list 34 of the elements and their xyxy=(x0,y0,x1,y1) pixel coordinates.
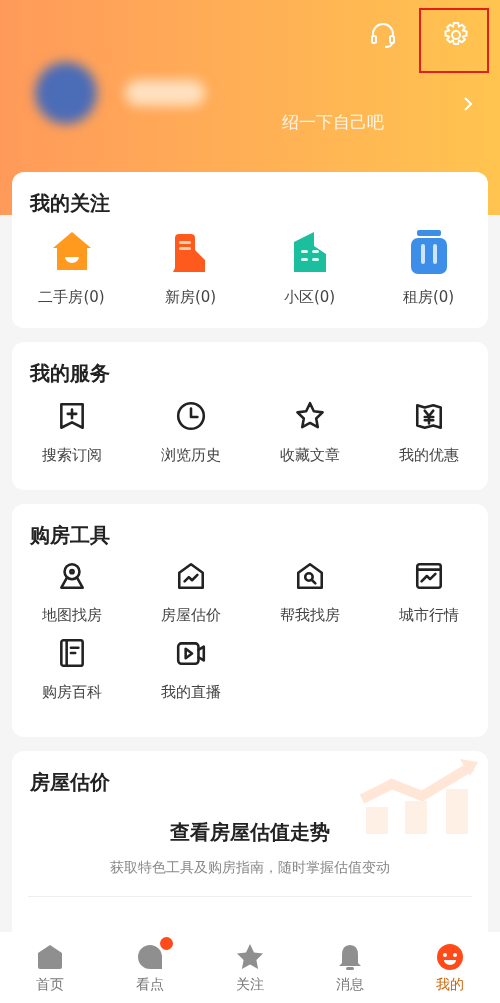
shortcut-label[interactable]: 二手房(0) xyxy=(38,286,105,309)
shortcut-label[interactable]: 帮我找房 xyxy=(279,604,340,627)
avatar[interactable] xyxy=(35,62,97,124)
headline: 查看房屋估值走势 xyxy=(169,819,331,846)
smiley-icon xyxy=(435,942,465,972)
tab[interactable]: 关注 xyxy=(200,932,300,1003)
highlight-frame xyxy=(419,8,489,73)
shortcut-label[interactable]: 租房(0) xyxy=(402,286,455,309)
shortcut-label[interactable]: 收藏文章 xyxy=(279,444,340,467)
headset-icon[interactable] xyxy=(368,20,398,50)
home-icon xyxy=(35,942,65,972)
shortcut-label[interactable]: 小区(0) xyxy=(283,286,336,309)
tab[interactable]: 消息 xyxy=(300,932,400,1003)
star-icon xyxy=(235,942,265,972)
tab[interactable]: 看点 xyxy=(100,932,200,1003)
shortcut-label[interactable]: 房屋估价 xyxy=(160,604,221,627)
chat-bubble-icon xyxy=(135,942,165,972)
shortcut-label[interactable]: 我的直播 xyxy=(160,680,221,703)
shortcut-label[interactable]: 浏览历史 xyxy=(160,444,221,467)
chevron-right-icon[interactable] xyxy=(462,96,474,112)
section-title: 购房工具 xyxy=(30,523,110,547)
shortcut-label[interactable]: 搜索订阅 xyxy=(41,444,102,467)
tab[interactable]: 我的 xyxy=(400,932,500,1003)
section-title: 房屋估价 xyxy=(30,770,110,794)
tab[interactable]: 首页 xyxy=(0,932,100,1003)
section-title: 我的关注 xyxy=(30,191,110,215)
clock-icon xyxy=(174,400,207,432)
shortcut-label[interactable]: 地图找房 xyxy=(41,604,102,627)
shortcut-label[interactable]: 购房百科 xyxy=(41,680,102,703)
shortcut-label[interactable]: 我的优惠 xyxy=(398,444,459,467)
shortcut-label[interactable]: 城市行情 xyxy=(398,604,459,627)
section-title: 我的服务 xyxy=(30,361,110,385)
shortcut-label[interactable]: 新房(0) xyxy=(164,286,217,309)
subtitle: 获取特色工具及购房指南，随时掌握估值变动 xyxy=(109,858,391,877)
